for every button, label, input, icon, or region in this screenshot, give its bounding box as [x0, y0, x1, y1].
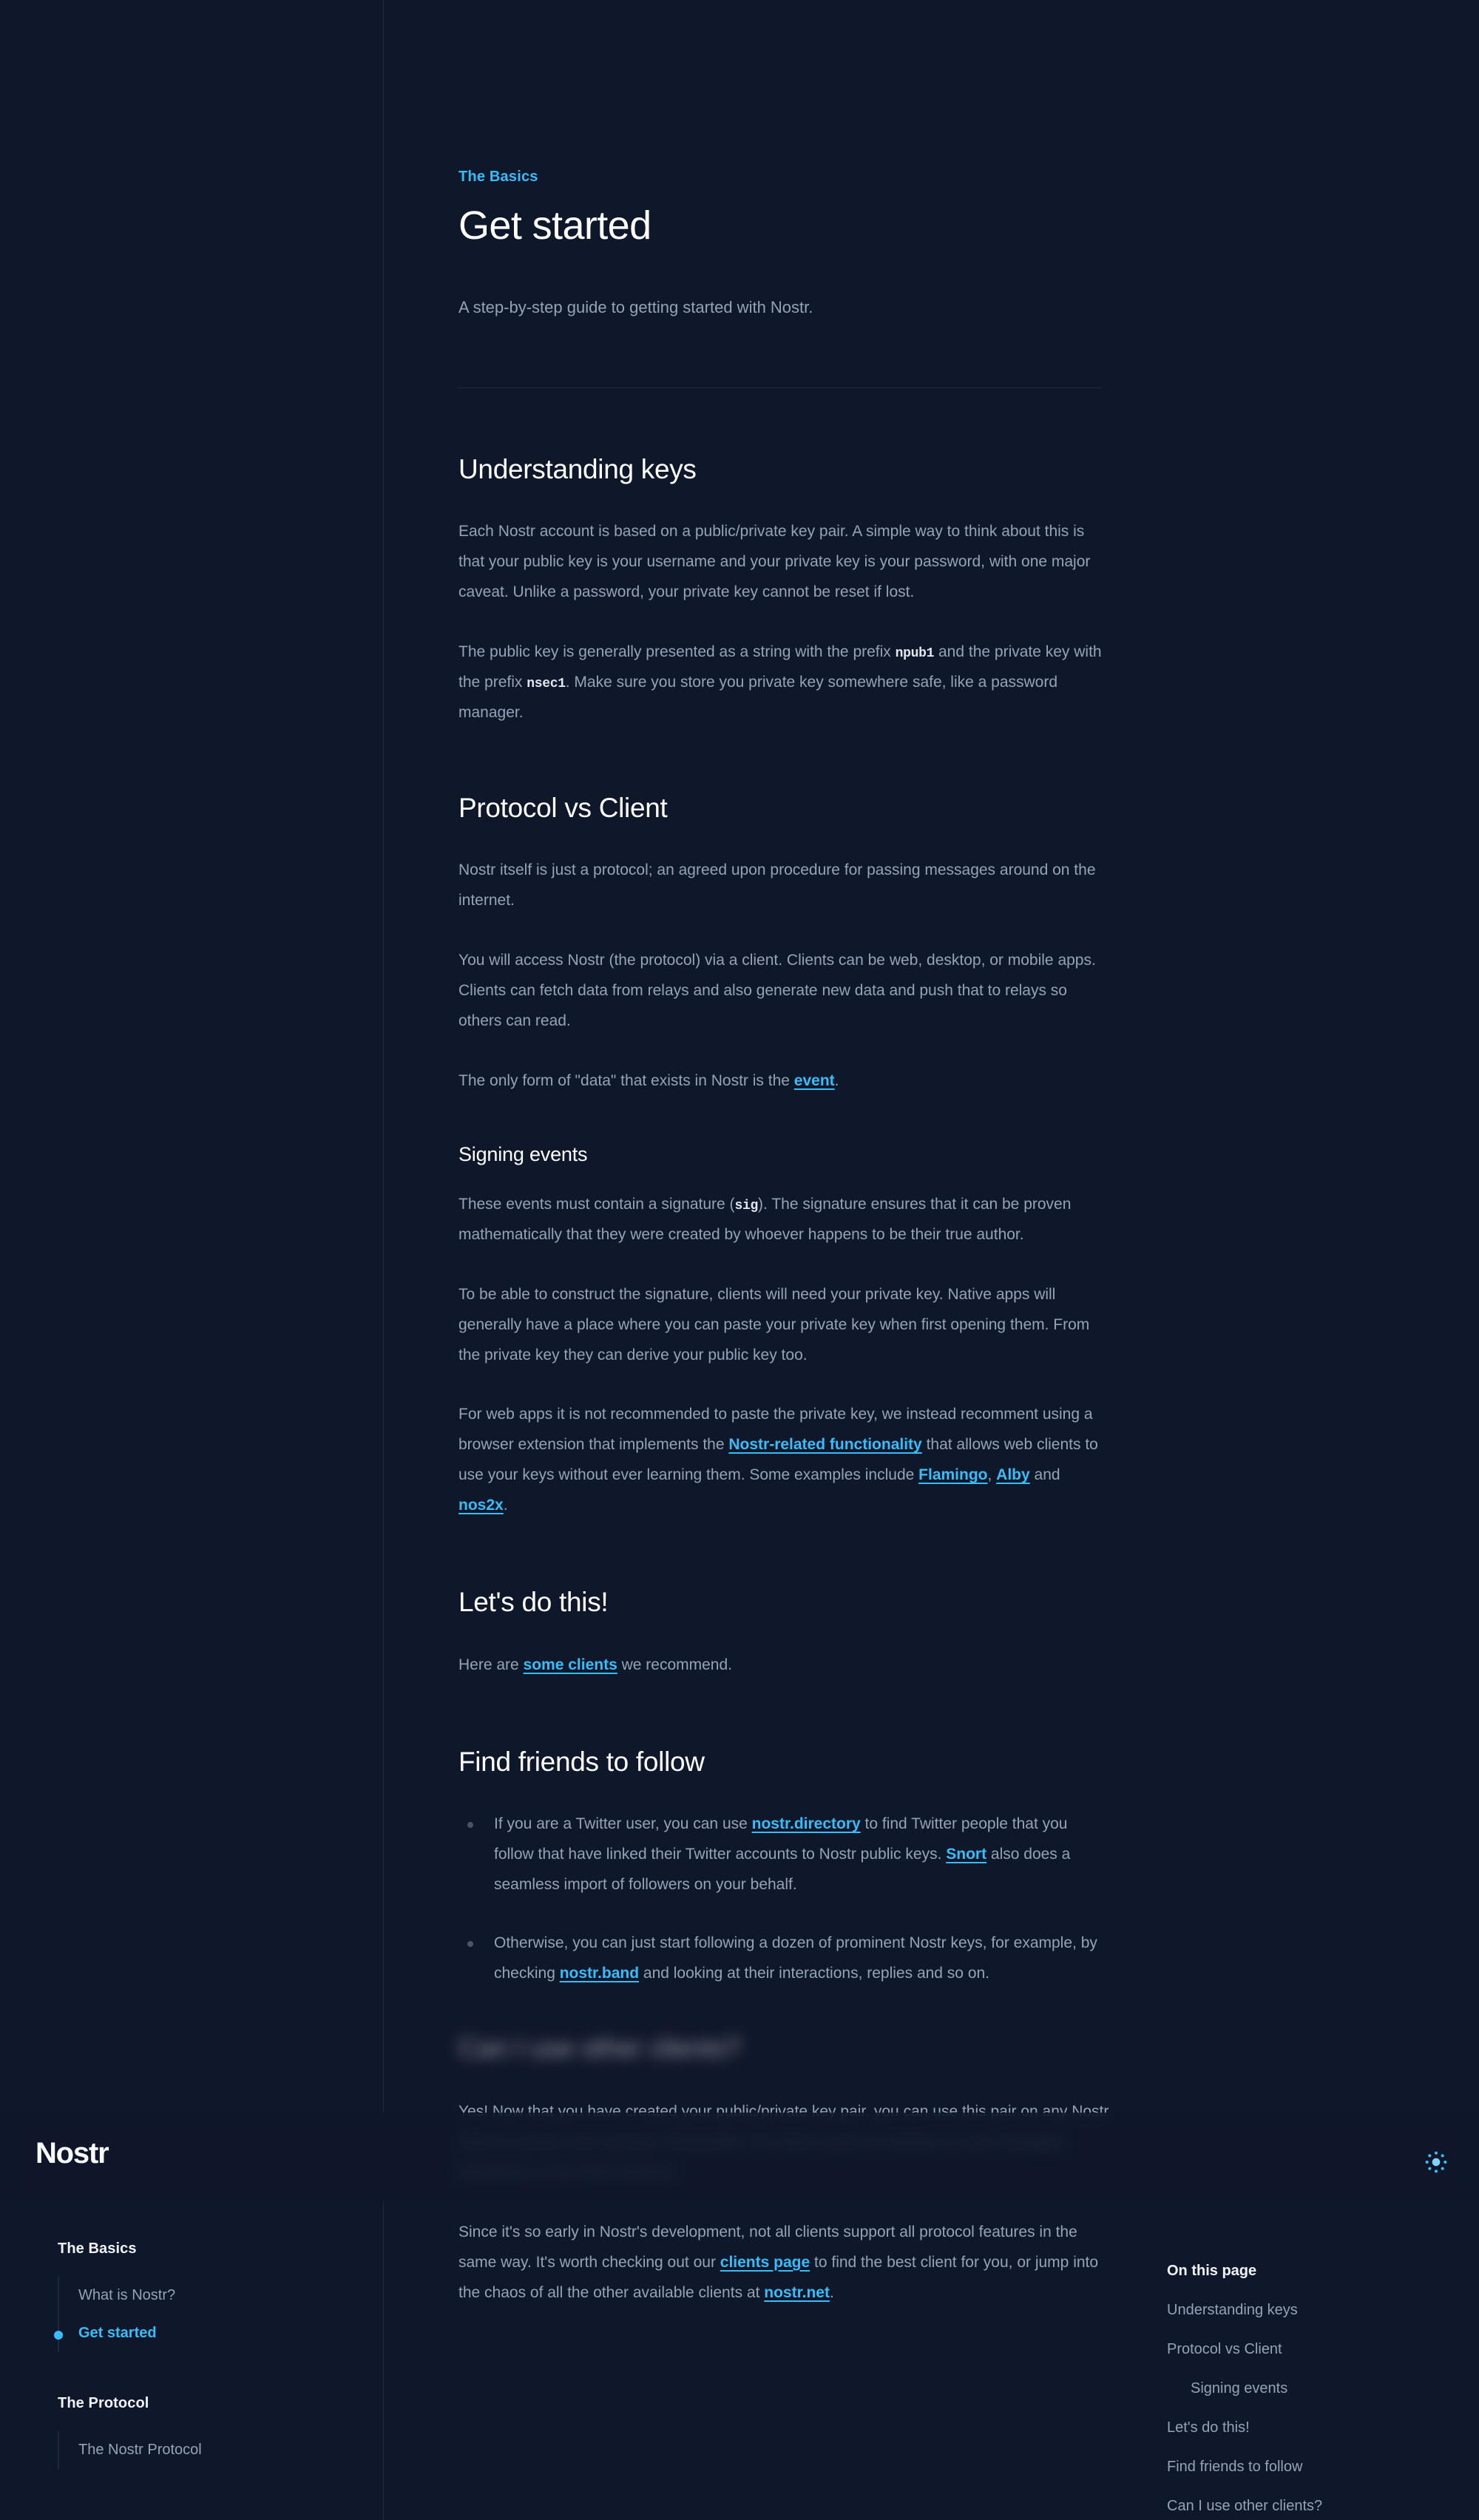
toc-item-other-clients[interactable]: Can I use other clients? — [1167, 2498, 1448, 2515]
subsection-heading-signing-events: Signing events — [458, 1143, 588, 1165]
section-heading-protocol-vs-client: Protocol vs Client — [458, 792, 668, 823]
paragraph-protocol-3: The only form of "data" that exists in N… — [458, 1066, 1109, 1097]
table-of-contents: On this page Understanding keys Protocol… — [1167, 2263, 1448, 2520]
nav-list: The Nostr Protocol — [58, 2431, 383, 2469]
sidebar-item-the-nostr-protocol[interactable]: The Nostr Protocol — [59, 2431, 383, 2469]
inline-code-sig: sig — [734, 1198, 759, 1213]
toc-list: Understanding keys Protocol vs Client Si… — [1167, 2302, 1448, 2515]
link-flamingo[interactable]: Flamingo — [918, 1466, 987, 1483]
link-nos2x[interactable]: nos2x — [458, 1497, 504, 1514]
brand-logo[interactable]: Nostr — [35, 2137, 109, 2170]
paragraph-signing-1: These events must contain a signature (s… — [458, 1190, 1109, 1250]
link-some-clients[interactable]: some clients — [524, 1656, 617, 1673]
text-fragment: we recommend. — [617, 1656, 733, 1673]
inline-code-nsec1: nsec1 — [527, 677, 566, 692]
text-fragment: . — [834, 1072, 839, 1090]
sidebar-content-divider-top — [383, 0, 384, 2113]
paragraph-keys-2: The public key is generally presented as… — [458, 637, 1109, 728]
text-fragment: , — [987, 1466, 997, 1484]
page-title: Get started — [458, 203, 651, 248]
text-fragment: The public key is generally presented as… — [458, 643, 896, 661]
link-nostr-related-functionality[interactable]: Nostr-related functionality — [728, 1436, 921, 1453]
text-fragment: . — [829, 2283, 834, 2301]
section-heading-understanding-keys: Understanding keys — [458, 453, 697, 484]
page-lead: A step-by-step guide to getting started … — [458, 298, 813, 317]
sidebar-item-get-started[interactable]: Get started — [54, 2314, 383, 2352]
text-fragment: If you are a Twitter user, you can use — [494, 1815, 752, 1832]
paragraph-signing-2: To be able to construct the signature, c… — [458, 1285, 1090, 1364]
sticky-header-overlay — [0, 2113, 1479, 2201]
list-item: If you are a Twitter user, you can use n… — [458, 1809, 1109, 1900]
header-divider — [458, 387, 1102, 388]
link-nostr-net[interactable]: nostr.net — [764, 2284, 830, 2301]
link-snort[interactable]: Snort — [946, 1846, 986, 1863]
text-fragment: and — [1029, 1466, 1060, 1484]
nav-list: What is Nostr? Get started — [54, 2277, 383, 2352]
documentation-page: The Basics Get started A step-by-step gu… — [0, 0, 1479, 2520]
toc-item-lets-do-this[interactable]: Let's do this! — [1167, 2419, 1448, 2436]
link-nostr-directory[interactable]: nostr.directory — [752, 1815, 861, 1832]
nav-group-title: The Protocol — [58, 2395, 149, 2411]
sidebar-item-what-is-nostr[interactable]: What is Nostr? — [59, 2277, 383, 2314]
toc-title: On this page — [1167, 2263, 1257, 2279]
link-alby[interactable]: Alby — [996, 1466, 1030, 1483]
link-event[interactable]: event — [794, 1072, 835, 1089]
paragraph-other-clients-2: Since it's so early in Nostr's developme… — [458, 2218, 1109, 2309]
paragraph-lets-do-this: Here are some clients we recommend. — [458, 1650, 1109, 1681]
friends-bullet-list: If you are a Twitter user, you can use n… — [458, 1809, 1109, 1989]
paragraph-keys-1: Each Nostr account is based on a public/… — [458, 523, 1091, 601]
toc-item-find-friends-to-follow[interactable]: Find friends to follow — [1167, 2459, 1448, 2476]
nav-group-the-protocol: The Protocol The Nostr Protocol — [0, 2395, 383, 2469]
link-clients-page[interactable]: clients page — [720, 2254, 810, 2271]
section-heading-find-friends: Find friends to follow — [458, 1746, 705, 1777]
text-fragment: and looking at their interactions, repli… — [639, 1964, 990, 1982]
section-heading-other-clients: Can I use other clients? — [458, 2032, 741, 2063]
text-fragment: These events must contain a signature ( — [458, 1195, 735, 1213]
section-heading-lets-do-this: Let's do this! — [458, 1587, 609, 1618]
toc-item-protocol-vs-client[interactable]: Protocol vs Client — [1167, 2341, 1448, 2358]
sun-icon[interactable] — [1421, 2147, 1451, 2177]
text-fragment: Here are — [458, 1656, 524, 1673]
paragraph-signing-3: For web apps it is not recommended to pa… — [458, 1400, 1109, 1521]
toc-item-understanding-keys[interactable]: Understanding keys — [1167, 2302, 1448, 2319]
breadcrumb-eyebrow: The Basics — [458, 169, 538, 185]
toc-item-signing-events[interactable]: Signing events — [1191, 2380, 1448, 2397]
paragraph-protocol-1: Nostr itself is just a protocol; an agre… — [458, 861, 1096, 910]
sidebar-navigation: The Basics What is Nostr? Get started Th… — [0, 2240, 383, 2469]
list-item: Otherwise, you can just start following … — [458, 1928, 1109, 1989]
text-fragment: . — [503, 1497, 508, 1514]
paragraph-protocol-2: You will access Nostr (the protocol) via… — [458, 952, 1096, 1030]
link-nostr-band[interactable]: nostr.band — [560, 1965, 639, 1982]
text-fragment: The only form of "data" that exists in N… — [458, 1072, 794, 1090]
article-content: The Basics Get started A step-by-step gu… — [458, 0, 1109, 2309]
nav-group-title: The Basics — [58, 2240, 137, 2257]
nav-group-the-basics: The Basics What is Nostr? Get started — [0, 2240, 383, 2352]
inline-code-npub1: npub1 — [895, 646, 935, 662]
